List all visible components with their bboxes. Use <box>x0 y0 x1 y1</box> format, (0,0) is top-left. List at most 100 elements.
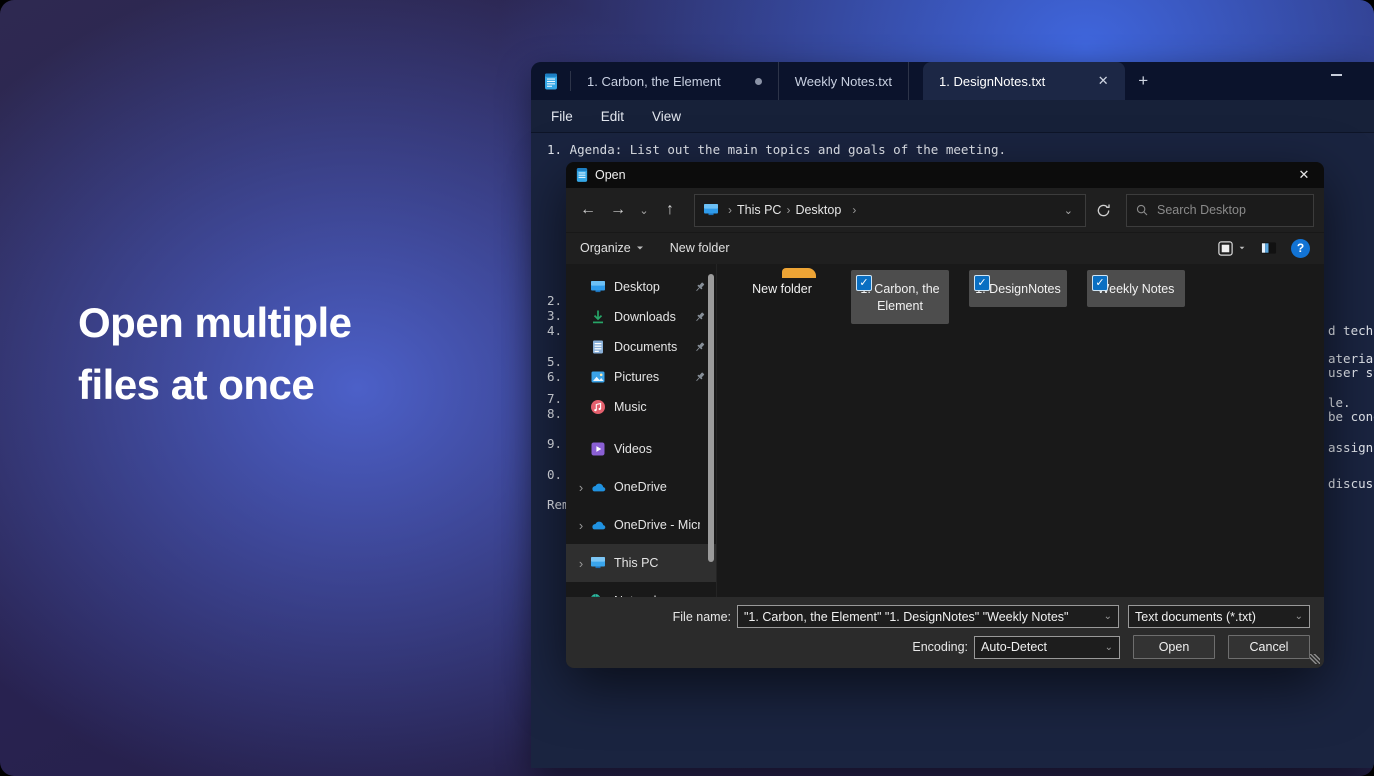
sidebar-item[interactable]: › OneDrive <box>566 468 716 506</box>
menu-item[interactable]: File <box>539 104 585 129</box>
search-icon <box>1135 203 1149 217</box>
up-icon[interactable]: ↑ <box>656 196 684 224</box>
file-type-select[interactable]: Text documents (*.txt) ⌄ <box>1128 605 1310 628</box>
dialog-body: Desktop Downloads <box>566 264 1324 597</box>
breadcrumb-item[interactable]: Desktop <box>793 203 843 217</box>
file-list: New folder ✓ 1. Carbon, the Element ✓ 1. <box>733 270 1185 324</box>
notepad-tab[interactable]: 1. DesignNotes.txt ✕ <box>923 62 1125 100</box>
chevron-down-icon[interactable]: ⌄ <box>1295 611 1303 622</box>
chevron-down-icon[interactable]: ⌄ <box>1104 611 1112 622</box>
back-icon[interactable]: ← <box>574 196 602 224</box>
sidebar-item[interactable]: › This PC <box>566 544 716 582</box>
sidebar-item[interactable]: Pictures <box>566 362 716 392</box>
forward-icon[interactable]: → <box>604 196 632 224</box>
sidebar-scrollbar[interactable] <box>708 274 714 562</box>
sidebar-item[interactable]: Videos <box>566 430 716 468</box>
menu-bar: File Edit View <box>531 100 1374 133</box>
notepad-tab[interactable]: Weekly Notes.txt <box>779 62 909 100</box>
tab-label: Weekly Notes.txt <box>795 74 892 89</box>
expand-chevron-icon[interactable]: › <box>574 518 588 533</box>
desktop-icon <box>590 279 607 296</box>
chevron-down-icon[interactable]: ⌄ <box>1105 642 1113 653</box>
cancel-button[interactable]: Cancel <box>1228 635 1310 659</box>
preview-pane-button[interactable] <box>1260 241 1277 255</box>
sidebar-item-label: Pictures <box>614 370 659 384</box>
selected-checkbox[interactable]: ✓ <box>856 275 872 291</box>
editor-text-fragment: 8. <box>547 406 562 421</box>
editor-text-fragment: assign <box>1328 440 1373 455</box>
toolbar-row: Organize New folder ? <box>566 233 1324 263</box>
sidebar-item-label: This PC <box>614 556 658 570</box>
sidebar-item-label: OneDrive - Micro <box>614 518 700 532</box>
editor-text-fragment: d techn <box>1328 323 1374 338</box>
tab-list: 1. Carbon, the Element Weekly Notes.txt … <box>571 62 1125 100</box>
help-button[interactable]: ? <box>1291 239 1310 258</box>
editor-text-fragment: 0. <box>547 467 562 482</box>
breadcrumb-separator: › <box>783 203 793 217</box>
menu-list: File Edit View <box>539 104 693 129</box>
documents-icon <box>590 339 607 356</box>
encoding-select[interactable]: Auto-Detect ⌄ <box>974 636 1120 659</box>
selected-checkbox[interactable]: ✓ <box>1092 275 1108 291</box>
file-tile[interactable]: New folder <box>733 270 831 307</box>
open-button[interactable]: Open <box>1133 635 1215 659</box>
new-folder-label: New folder <box>670 241 730 255</box>
notepad-app-icon <box>576 168 588 182</box>
encoding-label: Encoding: <box>912 640 968 654</box>
minimize-icon[interactable] <box>1331 74 1342 76</box>
downloads-icon <box>590 309 607 326</box>
refresh-icon[interactable] <box>1088 196 1118 224</box>
dialog-title: Open <box>595 168 626 182</box>
search-input[interactable]: Search Desktop <box>1126 194 1314 227</box>
location-desktop-icon <box>703 203 719 217</box>
editor-text-fragment: 7. <box>547 391 562 406</box>
recent-locations-chevron-icon[interactable]: ⌄ <box>634 196 654 224</box>
expand-chevron-icon[interactable]: › <box>574 480 588 495</box>
new-folder-button[interactable]: New folder <box>670 241 730 255</box>
editor-text-fragment: discus <box>1328 476 1373 491</box>
expand-chevron-icon[interactable]: › <box>574 556 588 571</box>
tab-close-icon[interactable]: ✕ <box>1093 71 1113 91</box>
file-name-input[interactable]: "1. Carbon, the Element" "1. DesignNotes… <box>737 605 1119 628</box>
breadcrumb-item[interactable]: This PC <box>735 203 783 217</box>
new-tab-button[interactable]: + <box>1125 62 1161 100</box>
file-name-label: File name: <box>673 610 731 624</box>
selected-checkbox[interactable]: ✓ <box>974 275 990 291</box>
onedrive-icon <box>590 517 607 534</box>
file-tile[interactable]: ✓ Weekly Notes <box>1087 270 1185 307</box>
pin-icon <box>693 371 706 384</box>
organize-button[interactable]: Organize <box>580 241 644 255</box>
change-view-button[interactable] <box>1217 240 1246 257</box>
thispc-icon <box>590 555 607 572</box>
editor-text-fragment: be cond <box>1328 409 1374 424</box>
editor-text-fragment: 6. <box>547 369 562 384</box>
file-tile[interactable]: ✓ 1. Carbon, the Element <box>851 270 949 324</box>
dialog-close-icon[interactable]: ✕ <box>1292 165 1316 185</box>
sidebar-item[interactable]: › OneDrive - Micro <box>566 506 716 544</box>
sidebar-item[interactable]: Music <box>566 392 716 422</box>
sidebar-item[interactable]: Downloads <box>566 302 716 332</box>
editor-text-fragment: user st <box>1328 365 1374 380</box>
sidebar-item[interactable]: Documents <box>566 332 716 362</box>
file-tile[interactable]: ✓ 1. DesignNotes <box>969 270 1067 307</box>
search-placeholder: Search Desktop <box>1157 203 1246 217</box>
encoding-value: Auto-Detect <box>981 640 1047 654</box>
marketing-screenshot: Open multiple files at once 1. Carbon, t… <box>0 0 1374 776</box>
videos-icon <box>590 441 607 458</box>
notepad-tab[interactable]: 1. Carbon, the Element <box>571 62 779 100</box>
tab-label: 1. DesignNotes.txt <box>939 74 1045 89</box>
editor-text-fragment: 5. <box>547 354 562 369</box>
tab-label: 1. Carbon, the Element <box>587 74 721 89</box>
sidebar-item[interactable]: Desktop <box>566 272 716 302</box>
dialog-footer: File name: "1. Carbon, the Element" "1. … <box>566 597 1324 668</box>
resize-grip[interactable] <box>1310 654 1320 664</box>
address-bar[interactable]: › This PC › Desktop › ⌄ <box>694 194 1086 227</box>
sidebar-item-label: Music <box>614 400 647 414</box>
menu-item[interactable]: View <box>640 104 693 129</box>
navigation-row: ← → ⌄ ↑ › This PC › <box>566 188 1324 233</box>
menu-item[interactable]: Edit <box>589 104 636 129</box>
hero-headline: Open multiple files at once <box>78 292 352 416</box>
address-dropdown-chevron-icon[interactable]: ⌄ <box>1058 204 1079 217</box>
breadcrumb: › This PC › Desktop <box>725 203 843 217</box>
editor-text-fragment: 3. <box>547 308 562 323</box>
